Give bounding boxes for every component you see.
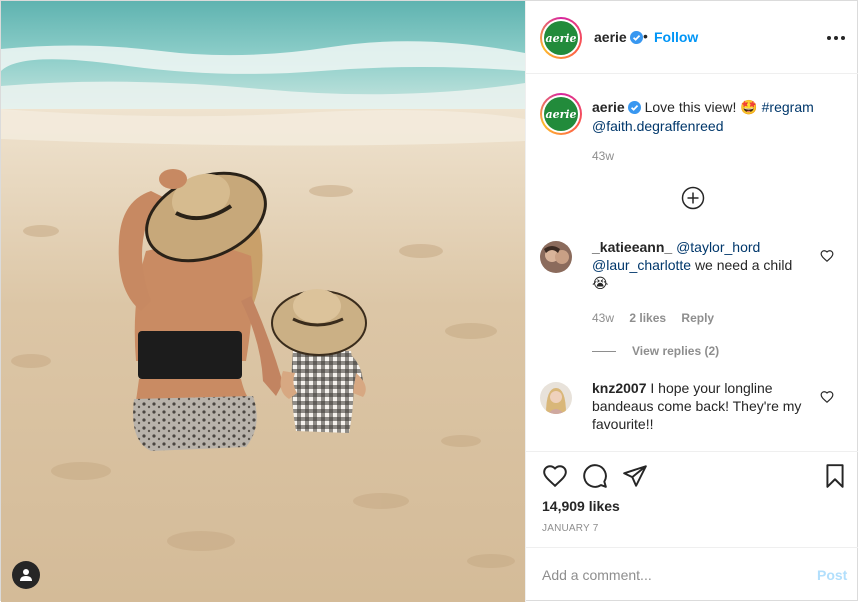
share-paper-plane-icon[interactable] bbox=[622, 463, 648, 489]
aerie-logo: aerie bbox=[544, 21, 578, 55]
person-icon bbox=[20, 569, 32, 581]
caption-body: Love this view! bbox=[644, 99, 737, 115]
add-comment-bar: Post bbox=[526, 547, 858, 602]
comment-like-heart-icon[interactable] bbox=[820, 390, 834, 404]
comment-bubble-icon[interactable] bbox=[582, 463, 608, 489]
comment-likes[interactable]: 2 likes bbox=[629, 311, 666, 325]
caption-text: aerie Love this view! 🤩 #regram @faith.d… bbox=[592, 98, 842, 136]
caption-timestamp[interactable]: 43w bbox=[592, 149, 614, 163]
beach-photo-image bbox=[1, 1, 525, 602]
follow-button[interactable]: Follow bbox=[654, 29, 698, 45]
post-actions: 14,909 likes JANUARY 7 bbox=[526, 451, 858, 547]
save-bookmark-icon[interactable] bbox=[822, 463, 848, 489]
mention-link[interactable]: @taylor_hord bbox=[676, 239, 760, 255]
caption-username[interactable]: aerie bbox=[592, 99, 625, 115]
post-date[interactable]: JANUARY 7 bbox=[542, 523, 598, 534]
reply-button[interactable]: Reply bbox=[681, 311, 714, 325]
tagged-users-button[interactable] bbox=[12, 561, 40, 589]
star-eyes-emoji: 🤩 bbox=[740, 99, 758, 115]
likes-count[interactable]: 14,909 likes bbox=[542, 498, 620, 514]
like-heart-icon[interactable] bbox=[542, 463, 568, 489]
view-replies-button[interactable]: View replies (2) bbox=[592, 344, 719, 358]
more-options-icon[interactable] bbox=[827, 31, 845, 45]
verified-badge-icon bbox=[627, 101, 641, 114]
separator-dot: • bbox=[643, 28, 648, 44]
load-more-comments-icon[interactable] bbox=[681, 186, 705, 210]
avatar[interactable]: aerie bbox=[540, 17, 582, 59]
comment-username[interactable]: _katieeann_ bbox=[592, 239, 672, 255]
comment-text: _katieeann_ @taylor_hord @laur_charlotte… bbox=[592, 238, 812, 292]
header-username[interactable]: aerie bbox=[594, 29, 643, 45]
hashtag-link[interactable]: #regram bbox=[762, 99, 814, 115]
post-photo[interactable] bbox=[1, 1, 525, 602]
comment-text: knz2007 I hope your longline bandeaus co… bbox=[592, 379, 812, 433]
crying-emoji: 😭 bbox=[592, 275, 609, 291]
username-text[interactable]: aerie bbox=[594, 29, 627, 45]
caption-avatar[interactable]: aerie bbox=[540, 93, 582, 135]
comment-like-heart-icon[interactable] bbox=[820, 249, 834, 263]
view-replies-label[interactable]: View replies (2) bbox=[632, 344, 719, 358]
aerie-logo: aerie bbox=[544, 97, 578, 131]
post-header: aerie aerie • Follow bbox=[526, 1, 858, 74]
comment-meta: 43w 2 likes Reply bbox=[592, 311, 726, 325]
add-comment-input[interactable] bbox=[542, 564, 792, 586]
avatar-photo-image bbox=[540, 382, 572, 414]
verified-badge-icon bbox=[629, 31, 643, 44]
comment-username[interactable]: knz2007 bbox=[592, 380, 646, 396]
post-dialog: aerie aerie • Follow aerie aerie Love th… bbox=[0, 0, 858, 602]
replies-divider-line bbox=[592, 350, 616, 352]
mention-link[interactable]: @faith.degraffenreed bbox=[592, 118, 724, 134]
comment-body: we need a child bbox=[694, 257, 793, 273]
post-comment-button[interactable]: Post bbox=[817, 567, 847, 583]
commenter-avatar[interactable] bbox=[540, 241, 572, 273]
post-side-panel: aerie aerie • Follow aerie aerie Love th… bbox=[525, 1, 858, 602]
commenter-avatar[interactable] bbox=[540, 382, 572, 414]
mention-link[interactable]: @laur_charlotte bbox=[592, 257, 691, 273]
avatar-photo-image bbox=[540, 241, 572, 273]
comment-timestamp[interactable]: 43w bbox=[592, 311, 614, 325]
comments-list[interactable]: aerie aerie Love this view! 🤩 #regram @f… bbox=[526, 75, 858, 451]
